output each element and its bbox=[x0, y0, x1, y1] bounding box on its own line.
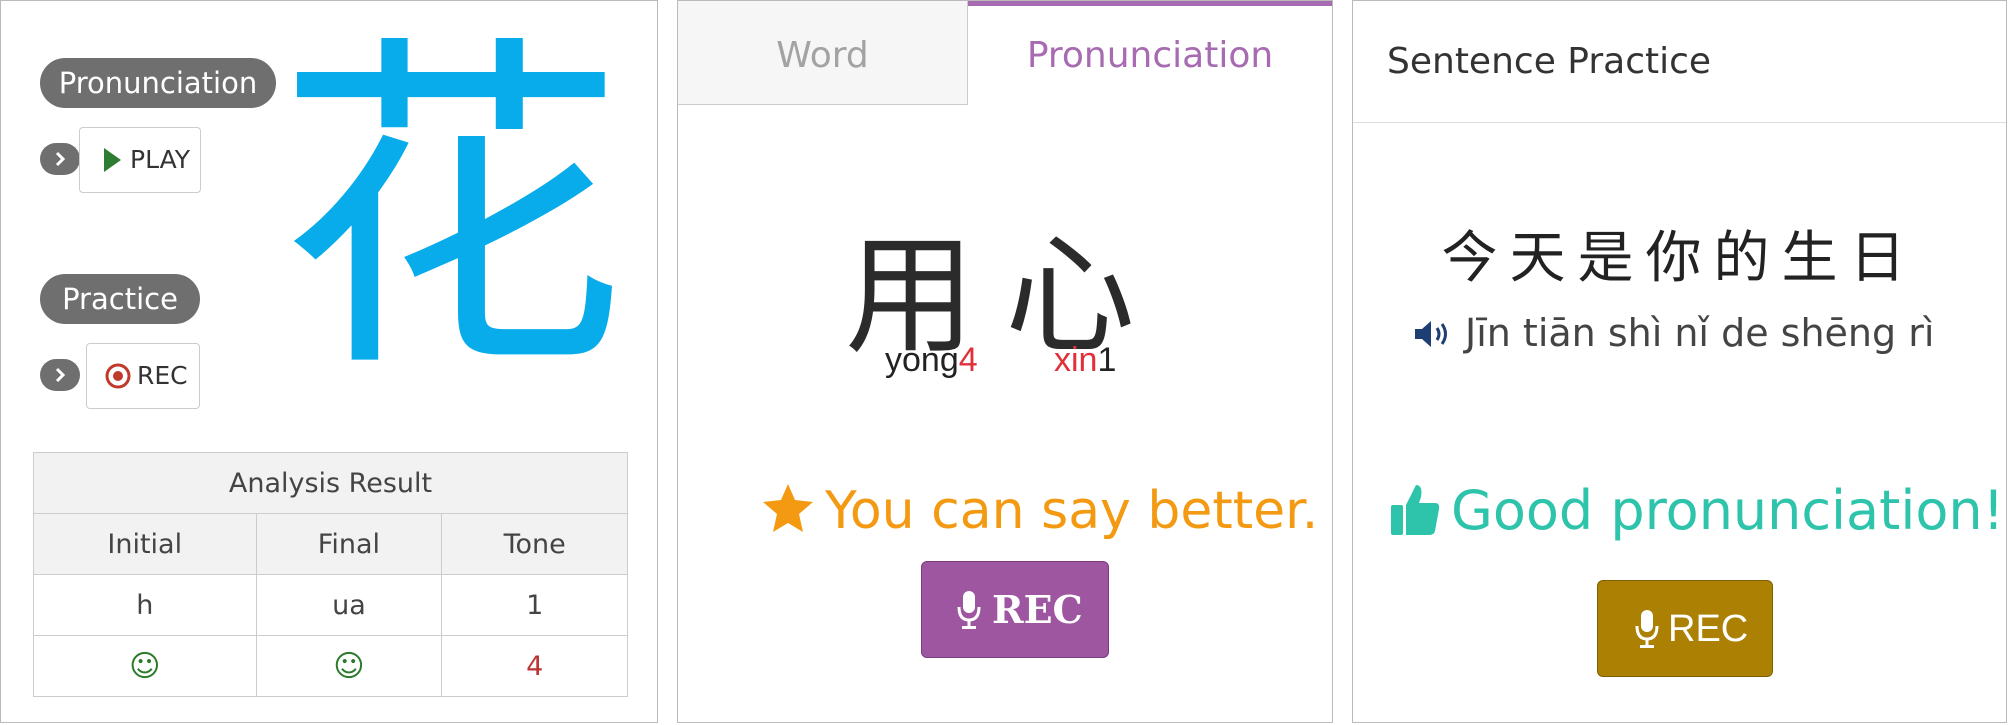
record-icon bbox=[105, 363, 131, 389]
sentence-pinyin: Jīn tiān shì nǐ de shēng rì bbox=[1413, 311, 1934, 355]
practice-rec-button[interactable]: REC bbox=[86, 343, 200, 409]
feedback-text: You can say better. bbox=[825, 481, 1319, 541]
syllable-1-tone: 4 bbox=[958, 341, 978, 379]
play-button[interactable]: PLAY bbox=[79, 127, 201, 193]
rec-label: REC bbox=[1668, 608, 1749, 650]
rec-label: REC bbox=[137, 361, 188, 390]
rec-button[interactable]: REC bbox=[1597, 580, 1773, 677]
tab-pronunciation[interactable]: Pronunciation bbox=[968, 1, 1332, 105]
practice-label: Practice bbox=[40, 274, 200, 324]
pinyin-text: Jīn tiān shì nǐ de shēng rì bbox=[1465, 311, 1935, 355]
chevron-right-icon bbox=[55, 367, 66, 383]
microphone-icon bbox=[1635, 610, 1659, 648]
play-label: PLAY bbox=[130, 145, 191, 174]
result-final-smiley-icon: ☺ bbox=[255, 635, 443, 697]
play-icon bbox=[104, 148, 121, 172]
header-divider bbox=[1353, 122, 2006, 123]
feedback-message: You can say better. bbox=[761, 481, 1318, 541]
thumbs-up-icon bbox=[1391, 485, 1440, 535]
column-tone: Tone bbox=[441, 513, 628, 575]
result-initial-smiley-icon: ☺ bbox=[33, 635, 257, 697]
column-final: Final bbox=[255, 513, 443, 575]
sentence-characters: 今天是你的生日 bbox=[1441, 226, 1918, 291]
syllable-2: xin1 bbox=[1054, 341, 1116, 380]
feedback-message: Good pronunciation! bbox=[1389, 479, 2004, 542]
character-panel: Pronunciation PLAY Practice REC 花 Analys… bbox=[0, 0, 658, 723]
pronunciation-expand-button[interactable] bbox=[40, 143, 80, 175]
syllable-2-tone: 1 bbox=[1097, 341, 1117, 379]
practice-expand-button[interactable] bbox=[40, 359, 80, 391]
value-initial: h bbox=[33, 574, 257, 636]
star-icon bbox=[763, 484, 813, 532]
microphone-icon bbox=[957, 591, 981, 629]
syllable-2-base: xin bbox=[1054, 341, 1098, 379]
word-characters: 用心 bbox=[844, 220, 1165, 372]
result-tone: 4 bbox=[441, 635, 628, 697]
tab-word[interactable]: Word bbox=[678, 1, 968, 105]
sentence-panel: Sentence Practice 今天是你的生日 Jīn tiān shì n… bbox=[1352, 0, 2007, 723]
rec-label: REC bbox=[992, 587, 1083, 632]
pronunciation-label: Pronunciation bbox=[40, 58, 276, 108]
syllable-1-base: yong bbox=[885, 341, 959, 379]
syllable-1: yong4 bbox=[885, 341, 978, 380]
analysis-title: Analysis Result bbox=[33, 452, 628, 514]
chevron-right-icon bbox=[55, 151, 66, 167]
target-character: 花 bbox=[276, 7, 626, 415]
analysis-result-table: Analysis Result Initial Final Tone h ua … bbox=[33, 452, 628, 697]
word-panel: Word Pronunciation 用心 yong4 xin1 You can… bbox=[677, 0, 1333, 723]
value-tone: 1 bbox=[441, 574, 628, 636]
feedback-text: Good pronunciation! bbox=[1451, 479, 2005, 542]
value-final: ua bbox=[255, 574, 443, 636]
rec-button[interactable]: REC bbox=[921, 561, 1109, 658]
speaker-icon[interactable] bbox=[1413, 318, 1453, 350]
column-initial: Initial bbox=[33, 513, 257, 575]
panel-title: Sentence Practice bbox=[1387, 41, 1712, 82]
